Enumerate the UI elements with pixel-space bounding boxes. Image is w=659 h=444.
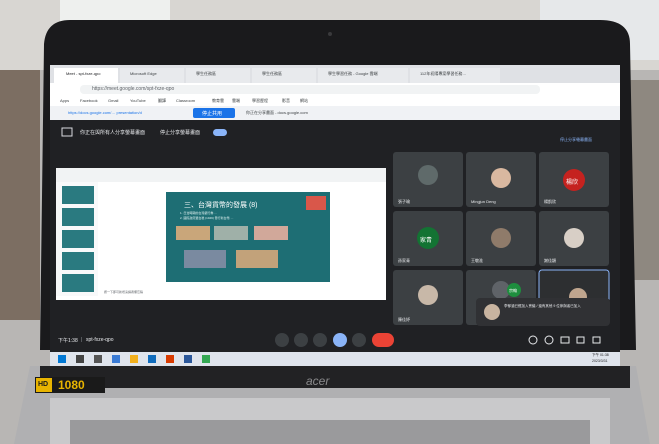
avatar-1: [418, 165, 438, 185]
laptop-brand: acer: [306, 374, 330, 388]
bookmark-6[interactable]: 教育雲: [212, 98, 224, 104]
bookmark-3[interactable]: YouTube: [130, 98, 146, 103]
banknote-5: [236, 250, 278, 268]
meeting-code: spt-fxze-qpo: [86, 337, 114, 343]
stop-share-label[interactable]: 停止共用: [202, 110, 222, 117]
tab-3-label[interactable]: 學生任務區: [196, 71, 246, 77]
bookmark-5[interactable]: Classroom: [176, 98, 195, 103]
slide-caption: 按一下即可新增演講者備忘稿: [104, 290, 144, 294]
tab-4-label[interactable]: 學生任務區: [262, 71, 312, 77]
taskbar-app-4-icon[interactable]: [166, 355, 174, 363]
mic-button[interactable]: [275, 333, 289, 347]
avatar-5: [491, 228, 511, 248]
avatar-6: [564, 228, 584, 248]
banknote-3: [254, 226, 288, 240]
taskbar-app-5-icon[interactable]: [184, 355, 192, 363]
bookmark-10[interactable]: 網站: [300, 98, 308, 104]
share-info: 你正在分享畫面 - docs.google.com: [246, 110, 308, 115]
taskview-icon[interactable]: [94, 355, 102, 363]
avatar-2: [491, 168, 511, 188]
url-text[interactable]: https://meet.google.com/spt-fxze-qpo: [92, 86, 174, 92]
hd-resolution: 1080: [58, 378, 85, 392]
thumb-2[interactable]: [62, 208, 94, 226]
bookmark-0[interactable]: Apps: [60, 98, 69, 103]
taskbar-chrome-icon[interactable]: [202, 355, 210, 363]
slide-title: 三、台灣貨幣的發展 (8): [184, 202, 258, 209]
bookmark-2[interactable]: Gmail: [108, 98, 118, 103]
tab-6-label[interactable]: 112年初陽專案學習任務…: [420, 71, 496, 77]
meeting-time: 下午1:38: [58, 338, 78, 344]
photo-scene: [0, 0, 659, 444]
slides-toolbar: [56, 168, 386, 182]
thumb-1[interactable]: [62, 186, 94, 204]
bookmark-8[interactable]: 學習歷程: [252, 98, 268, 104]
search-icon[interactable]: [76, 355, 84, 363]
participant-initials-4: 家青: [420, 238, 433, 244]
slide-line-1: 1. 日治時期的台灣銀行券 …: [180, 211, 218, 215]
meeting-divider: |: [81, 337, 83, 343]
participant-initials-3: 楊欣: [566, 180, 579, 186]
person-left: [0, 70, 40, 320]
toggle-switch[interactable]: [213, 129, 227, 136]
banner-right-link[interactable]: 停止分享螢幕畫面: [560, 137, 592, 143]
bookmark-9[interactable]: 影音: [282, 98, 290, 104]
tab-1-label[interactable]: Meet - spt-fxze-qpo: [66, 71, 116, 76]
more-options-button[interactable]: [352, 333, 366, 347]
toast-avatar: [484, 304, 500, 320]
thumb-4[interactable]: [62, 252, 94, 270]
slide-line-2: 2. 國民政府遷台後 (1949) 發行新台幣 …: [180, 216, 234, 220]
taskbar-folder-icon[interactable]: [130, 355, 138, 363]
tab-5-label[interactable]: 學生學習任務 - Google 雲端: [328, 71, 404, 77]
bookmark-1[interactable]: Facebook: [80, 98, 98, 103]
taskbar-app-1-icon[interactable]: [112, 355, 120, 363]
join-toast-text: 李郁涵已經加入會議 / 還有其他 9 位參與者已加入: [504, 304, 581, 308]
thumb-3[interactable]: [62, 230, 94, 248]
bookmark-7[interactable]: 雲端: [232, 98, 240, 104]
participant-name-3: 楊凱欣: [544, 199, 556, 204]
participant-name-2: Mingjun Deng: [471, 199, 496, 204]
bottom-bezel: [40, 366, 630, 388]
share-link[interactable]: https://docs.google.com/… presentation/d: [68, 110, 142, 115]
thumb-5[interactable]: [62, 274, 94, 292]
avatar-7: [418, 285, 438, 305]
leave-call-button[interactable]: [372, 333, 394, 347]
banknote-2: [214, 226, 248, 240]
keyboard-keys: [70, 420, 590, 444]
banknote-4: [184, 250, 226, 268]
participant-name-5: 王敬淮: [471, 258, 483, 263]
raise-hand-button[interactable]: [313, 333, 327, 347]
present-button[interactable]: [333, 333, 347, 347]
participant-initials-8: 宗翰: [509, 288, 517, 293]
participant-name-4: 孫家青: [398, 258, 410, 263]
tab-2-label[interactable]: Microsoft Edge: [130, 71, 180, 76]
banknote-1: [176, 226, 210, 240]
slide-accent: [306, 196, 326, 210]
bookmark-4[interactable]: 翻譯: [158, 98, 166, 104]
start-icon[interactable]: [58, 355, 66, 363]
taskbar-edge-icon[interactable]: [148, 355, 156, 363]
camera-button[interactable]: [294, 333, 308, 347]
webcam: [328, 32, 332, 36]
hd-badge-text: HD: [38, 381, 49, 388]
participant-name-7: 陳佳妤: [398, 317, 410, 322]
participant-name-6: 謝佳穎: [544, 258, 556, 263]
stop-presenting[interactable]: 停止分享螢幕畫面: [160, 129, 200, 136]
participant-name-1: 張子瑜: [398, 199, 410, 204]
taskbar-date: 2023/3/31: [592, 359, 608, 363]
presenting-banner: 你正在與所有人分享螢幕畫面: [80, 130, 146, 136]
taskbar-clock: 下午 01:38: [592, 353, 609, 357]
